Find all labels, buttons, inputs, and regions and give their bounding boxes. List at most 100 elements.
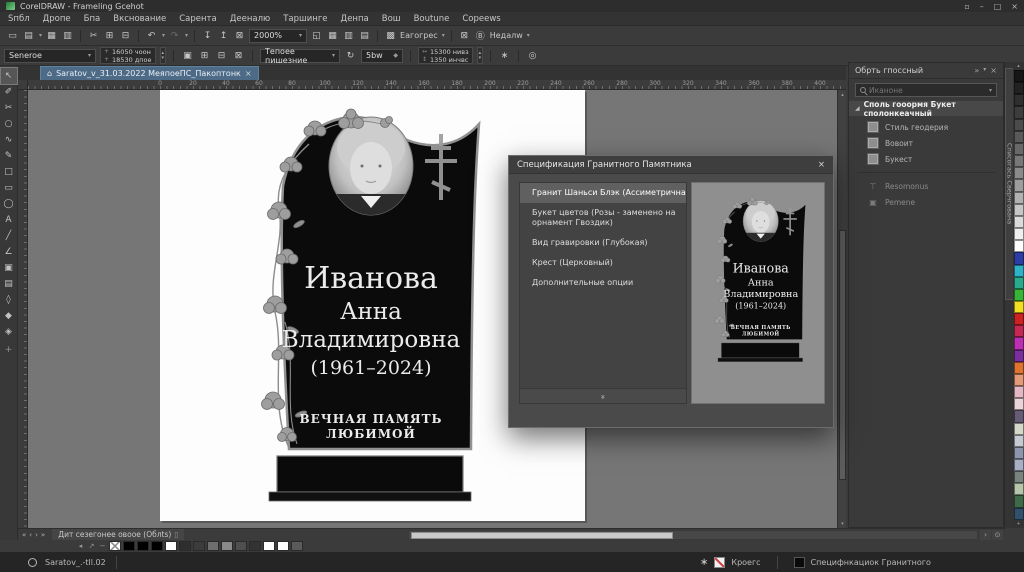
doc-color-swatch[interactable] [235, 541, 247, 551]
save-button[interactable]: ▦ [45, 29, 58, 43]
position-spinner[interactable]: ▴ ▾ [160, 47, 167, 64]
next-page-button[interactable]: › [35, 531, 38, 539]
color-swatch[interactable] [1014, 106, 1024, 118]
close-button[interactable]: × [1011, 2, 1018, 11]
freehand-tool[interactable]: ✎ [1, 148, 17, 164]
undo-button[interactable]: ↶ [145, 29, 158, 43]
cut-button[interactable]: ✂ [87, 29, 100, 43]
doc-color-swatch[interactable] [151, 541, 163, 551]
color-swatch[interactable] [1014, 277, 1024, 289]
color-swatch[interactable] [1014, 192, 1024, 204]
rounded-rectangle-tool[interactable]: ▭ [1, 180, 17, 196]
snap-caret-icon[interactable]: ▾ [442, 32, 445, 39]
vertical-scroll-thumb[interactable] [839, 230, 846, 480]
open-button[interactable]: ▤ [22, 29, 35, 43]
doc-color-swatch[interactable] [137, 541, 149, 551]
doc-color-swatch[interactable] [221, 541, 233, 551]
color-swatch[interactable] [1014, 228, 1024, 240]
interactive-fill-tool[interactable]: ◈ [1, 324, 17, 340]
show-guidelines-button[interactable]: ▤ [358, 29, 371, 43]
ungroup-button[interactable]: ⊠ [232, 49, 245, 63]
search-input[interactable] [869, 86, 986, 95]
eraser-tool[interactable]: ◊ [1, 292, 17, 308]
doc-color-swatch[interactable] [263, 541, 275, 551]
menu-item[interactable]: Sпбл [8, 14, 30, 24]
group-button[interactable]: ⊟ [215, 49, 228, 63]
undo-caret-icon[interactable]: ▾ [162, 32, 165, 39]
shape-tool[interactable]: ✐ [1, 84, 17, 100]
height-value[interactable]: 1350 инчвс [430, 56, 468, 64]
object-size-fields[interactable]: ↔15300 нивз ↕1350 инчвс [418, 47, 473, 64]
paste-button[interactable]: ⊟ [119, 29, 132, 43]
zoom-scroll-button[interactable]: ⊙ [992, 530, 1003, 540]
menu-item[interactable]: Copeews [462, 14, 500, 24]
fill-color-swatch[interactable] [794, 557, 805, 568]
copy-button[interactable]: ⊞ [103, 29, 116, 43]
color-swatch[interactable] [1014, 362, 1024, 374]
dimension-tool[interactable]: ∠ [1, 244, 17, 260]
print-button[interactable]: ▥ [61, 29, 74, 43]
monument-artwork[interactable]: Иванова Анна Владимировна (1961–2024) ВЕ… [255, 104, 485, 504]
doc-color-swatch[interactable] [193, 541, 205, 551]
tab-close-icon[interactable]: × [245, 69, 252, 78]
export-button[interactable]: ↥ [217, 29, 230, 43]
tree-expand-icon[interactable]: ◢ [855, 105, 860, 112]
maximize-button[interactable]: □ [994, 2, 1002, 11]
zoom-level-select[interactable]: 2000% ▾ [249, 29, 307, 43]
y-position-value[interactable]: 18530 дпое [112, 56, 151, 64]
color-swatch[interactable] [1014, 410, 1024, 422]
ellipse-tool[interactable]: ◯ [1, 196, 17, 212]
vertical-scrollbar[interactable]: ▴ ▾ [837, 90, 846, 528]
image-frame-tool[interactable]: ▣ [1, 260, 17, 276]
color-swatch[interactable] [1014, 447, 1024, 459]
welcome-screen-icon[interactable]: Ⓑ [474, 29, 487, 43]
preset-select[interactable]: Seneroe ▾ [4, 49, 96, 63]
color-swatch[interactable] [1014, 289, 1024, 301]
spec-item-cross[interactable]: Крест (Церковный) [520, 253, 686, 273]
previous-page-button[interactable]: ‹ [29, 531, 32, 539]
add-tool-button[interactable]: + [5, 345, 13, 355]
units-select[interactable]: Тепоее пишезние ▾ [260, 49, 340, 63]
spec-item-options[interactable]: Дополнительные опции [520, 273, 686, 293]
menu-item[interactable]: Вкснование [113, 14, 166, 24]
color-swatch[interactable] [1014, 508, 1024, 520]
spin-down-icon[interactable]: ▾ [479, 56, 482, 61]
color-swatch[interactable] [1014, 325, 1024, 337]
doc-color-swatch[interactable] [165, 541, 177, 551]
doc-color-swatch[interactable] [123, 541, 135, 551]
copy-properties-button[interactable]: ⊞ [198, 49, 211, 63]
fullscreen-preview-button[interactable]: ◱ [310, 29, 323, 43]
doc-color-swatch[interactable] [249, 541, 261, 551]
table-tool[interactable]: ▤ [1, 276, 17, 292]
color-swatch[interactable] [1014, 204, 1024, 216]
object-position-fields[interactable]: +16050 чоон +18530 дпое [100, 47, 156, 64]
scroll-up-icon[interactable]: ▴ [838, 90, 846, 99]
last-page-button[interactable]: » [41, 531, 45, 539]
spec-item-bouquet[interactable]: Букет цветов (Розы - заменено на орнамен… [520, 203, 686, 233]
style-item-bouquet[interactable]: Букест [849, 151, 1003, 167]
color-swatch[interactable] [1014, 155, 1024, 167]
show-rulers-button[interactable]: ▦ [326, 29, 339, 43]
color-swatch[interactable] [1014, 240, 1024, 252]
style-group-header[interactable]: ◢ Споль гооормя Букет сполонкеачный [849, 101, 1003, 116]
color-swatch[interactable] [1014, 337, 1024, 349]
welcome-caret-icon[interactable]: ▾ [527, 32, 530, 39]
palette-scroll-up-icon[interactable]: ▴ [1017, 62, 1020, 70]
menu-item[interactable]: Таршинге [283, 14, 327, 24]
palette-eyedropper-icon[interactable]: ↗ [87, 542, 96, 550]
spec-item-granite[interactable]: Гранит Шаньси Блэк (Ассиметричная [520, 183, 686, 203]
docker-collapse-icon[interactable]: » [974, 66, 979, 75]
snap-to-label[interactable]: Еагогрес [400, 31, 438, 40]
color-swatch[interactable] [1014, 313, 1024, 325]
style-item-resomonus[interactable]: ⊤ Resomonus [849, 178, 1003, 194]
app-launcher-icon[interactable]: ⊠ [458, 29, 471, 43]
palette-options-icon[interactable]: − [98, 542, 107, 550]
palette-expand-icon[interactable]: + [1016, 520, 1020, 528]
color-swatch[interactable] [1014, 374, 1024, 386]
text-tool[interactable]: A [1, 212, 17, 228]
preview-mode-button[interactable]: ◎ [526, 49, 539, 63]
color-swatch[interactable] [1014, 301, 1024, 313]
show-grid-button[interactable]: ▥ [342, 29, 355, 43]
document-tab[interactable]: ⌂ Saratov_v_31.03.2022 МеяпоеПС_Пакоптон… [40, 66, 259, 80]
outline-color-swatch[interactable] [714, 557, 725, 568]
